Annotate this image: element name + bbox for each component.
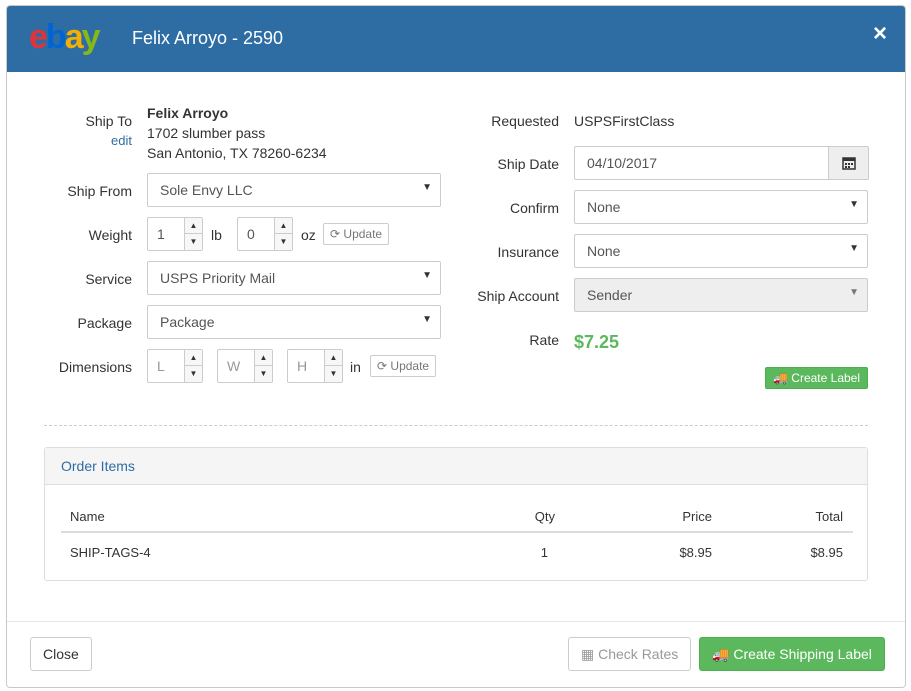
dimensions-label: Dimensions: [58, 359, 132, 375]
footer-divider: [7, 621, 905, 622]
chevron-down-icon: ▼: [422, 314, 432, 325]
package-select[interactable]: Package ▼: [147, 305, 441, 339]
close-icon[interactable]: ×: [873, 22, 887, 46]
dimension-length-stepper[interactable]: L ▲ ▼: [147, 349, 203, 383]
increment-icon[interactable]: ▲: [255, 350, 272, 366]
modal-header: ebay Felix Arroyo - 2590 ×: [7, 6, 905, 72]
truck-icon: 🚚: [773, 371, 788, 385]
insurance-value: None: [587, 243, 621, 259]
check-rates-button[interactable]: ▦ Check Rates: [568, 637, 692, 671]
weight-lb-value: 1: [157, 226, 165, 242]
lb-unit: lb: [211, 227, 222, 243]
calculator-icon: ▦: [581, 646, 595, 662]
create-label-button[interactable]: 🚚 Create Label: [765, 367, 869, 389]
service-label: Service: [85, 271, 132, 287]
weight-label: Weight: [88, 227, 132, 243]
ship-date-input[interactable]: 04/10/2017: [574, 146, 829, 180]
requested-label: Requested: [491, 113, 559, 129]
decrement-icon[interactable]: ▼: [185, 234, 202, 250]
in-unit: in: [350, 359, 361, 375]
dimension-width-stepper[interactable]: W ▲ ▼: [217, 349, 273, 383]
row-qty-cell: 1: [540, 545, 548, 560]
ebay-logo: ebay: [29, 18, 101, 56]
modal-title: Felix Arroyo - 2590: [132, 28, 284, 48]
confirm-value: None: [587, 199, 621, 215]
confirm-label: Confirm: [509, 200, 559, 216]
increment-icon[interactable]: ▲: [325, 350, 342, 366]
dimension-width-placeholder: W: [227, 358, 241, 374]
ship-to-name: Felix Arroyo: [147, 105, 229, 121]
ship-from-value: Sole Envy LLC: [160, 182, 253, 198]
weight-lb-stepper[interactable]: 1 ▲ ▼: [147, 217, 203, 251]
decrement-icon[interactable]: ▼: [185, 366, 202, 382]
column-header-price: Price: [682, 509, 712, 524]
service-value: USPS Priority Mail: [160, 270, 276, 286]
chevron-down-icon: ▼: [422, 270, 432, 281]
calendar-icon: [841, 157, 856, 170]
ship-to-address-line2: San Antonio, TX 78260-6234: [147, 145, 327, 161]
order-items-title: Order Items: [61, 458, 135, 474]
order-items-header: Order Items: [45, 448, 867, 485]
chevron-down-icon: ▼: [422, 182, 432, 193]
column-header-qty: Qty: [534, 509, 555, 524]
edit-address-link[interactable]: edit: [107, 133, 132, 148]
rate-label: Rate: [529, 332, 559, 348]
rate-value: $7.25: [574, 332, 620, 352]
ship-to-address-line1: 1702 slumber pass: [147, 125, 266, 141]
oz-unit: oz: [301, 227, 316, 243]
increment-icon[interactable]: ▲: [275, 218, 292, 234]
chevron-down-icon: ▼: [849, 243, 859, 254]
dimension-height-stepper[interactable]: H ▲ ▼: [287, 349, 343, 383]
row-price-cell: $8.95: [679, 545, 712, 560]
insurance-select[interactable]: None ▼: [574, 234, 868, 268]
order-items-panel: Order Items Name Qty Price Total SHIP-TA…: [44, 447, 868, 581]
table-header-divider: [61, 531, 853, 533]
chevron-down-icon: ▼: [849, 287, 859, 298]
update-weight-button[interactable]: ⟳ Update: [323, 223, 390, 245]
increment-icon[interactable]: ▲: [185, 350, 202, 366]
close-button[interactable]: Close: [30, 637, 92, 671]
shipping-label-modal: ebay Felix Arroyo - 2590 × Ship To edit …: [6, 5, 906, 688]
ship-to-label: Ship To: [85, 113, 132, 129]
ship-from-select[interactable]: Sole Envy LLC ▼: [147, 173, 441, 207]
ship-from-label: Ship From: [67, 183, 132, 199]
ship-date-label: Ship Date: [497, 156, 559, 172]
weight-oz-stepper[interactable]: 0 ▲ ▼: [237, 217, 293, 251]
calendar-button[interactable]: [829, 146, 869, 180]
section-divider: [44, 425, 868, 426]
refresh-icon: ⟳: [330, 227, 341, 241]
column-header-name: Name: [70, 509, 105, 524]
requested-service-value: USPSFirstClass: [574, 113, 675, 129]
decrement-icon[interactable]: ▼: [325, 366, 342, 382]
ship-account-label: Ship Account: [477, 288, 559, 304]
dimension-length-placeholder: L: [157, 358, 165, 374]
create-shipping-label-button[interactable]: 🚚 Create Shipping Label: [699, 637, 885, 671]
weight-oz-value: 0: [247, 226, 255, 242]
decrement-icon[interactable]: ▼: [255, 366, 272, 382]
package-label: Package: [77, 315, 132, 331]
row-name-cell: SHIP-TAGS-4: [70, 545, 151, 560]
row-total-cell: $8.95: [810, 545, 843, 560]
ship-date-value: 04/10/2017: [587, 155, 658, 171]
ship-account-value: Sender: [587, 287, 633, 303]
dimension-height-placeholder: H: [297, 358, 308, 374]
column-header-total: Total: [815, 509, 843, 524]
update-dimensions-button[interactable]: ⟳ Update: [370, 355, 437, 377]
increment-icon[interactable]: ▲: [185, 218, 202, 234]
truck-icon: 🚚: [712, 646, 730, 662]
insurance-label: Insurance: [497, 244, 559, 260]
refresh-icon: ⟳: [377, 359, 388, 373]
ship-account-select: Sender ▼: [574, 278, 868, 312]
confirm-select[interactable]: None ▼: [574, 190, 868, 224]
service-select[interactable]: USPS Priority Mail ▼: [147, 261, 441, 295]
package-value: Package: [160, 314, 215, 330]
chevron-down-icon: ▼: [849, 199, 859, 210]
decrement-icon[interactable]: ▼: [275, 234, 292, 250]
